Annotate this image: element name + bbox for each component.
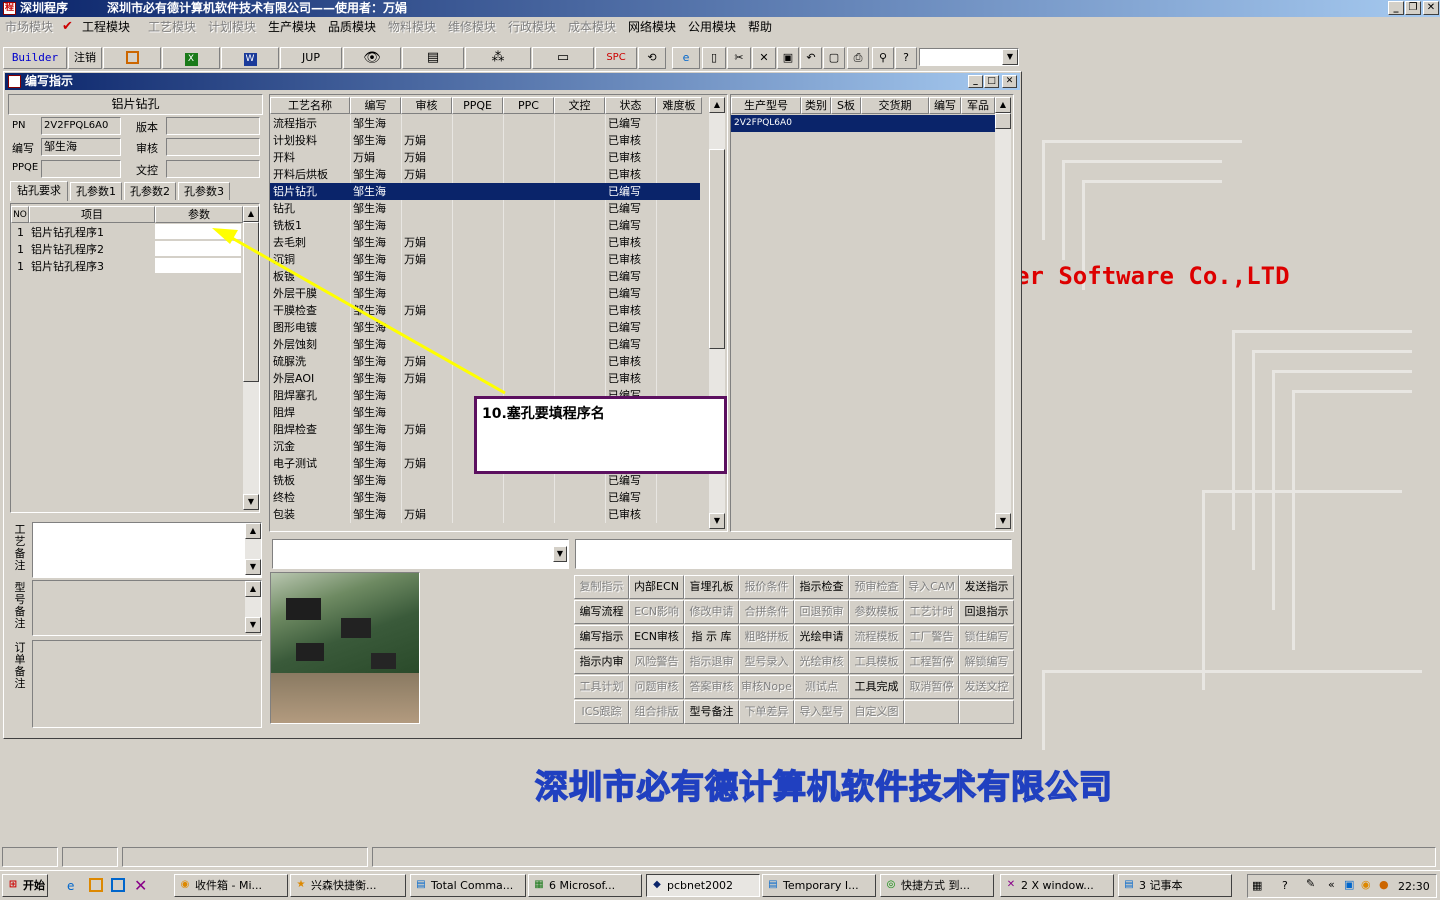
task-label: 兴森快捷衡... xyxy=(311,879,377,892)
task-app-icon: ▦ xyxy=(534,879,544,890)
clock: 22:30 xyxy=(1398,880,1430,893)
taskbar-task-1[interactable]: ◉ 收件箱 - Mi... xyxy=(174,874,288,897)
taskbar-task-8[interactable]: ✕ 2 X window... xyxy=(1000,874,1114,897)
firefox-tray-icon[interactable]: ● xyxy=(1379,878,1389,891)
task-label: 收件箱 - Mi... xyxy=(195,879,262,892)
expand-tray-icon[interactable]: « xyxy=(1328,878,1335,891)
taskbar: ⊞ 开始 e ✕ ◉ 收件箱 - Mi... ★ 兴森快捷衡... ▤ Total Comm… xyxy=(0,870,1440,900)
start-button[interactable]: ⊞ 开始 xyxy=(2,874,48,897)
windows-icon: ⊞ xyxy=(8,879,18,890)
taskbar-task-5[interactable]: ◆ pcbnet2002 xyxy=(646,874,760,897)
task-app-icon: ◆ xyxy=(653,879,661,890)
help-tray-icon[interactable]: ? xyxy=(1282,879,1288,892)
status-bar xyxy=(0,845,1440,869)
task-app-icon: ▤ xyxy=(416,879,426,890)
task-app-icon: ▤ xyxy=(768,879,778,890)
keyboard-icon[interactable]: ▦ xyxy=(1252,879,1262,892)
status-panel xyxy=(62,847,118,867)
taskbar-task-2[interactable]: ★ 兴森快捷衡... xyxy=(290,874,406,897)
task-label: 快捷方式 到... xyxy=(901,879,970,892)
task-app-icon: ✕ xyxy=(1006,879,1016,890)
system-tray: ▦ ? ✎ « ▣ ◉ ● 22:30 xyxy=(1247,874,1437,898)
status-panel xyxy=(122,847,368,867)
ie-quicklaunch-icon[interactable]: e xyxy=(67,879,74,893)
task-label: 2 X window... xyxy=(1021,879,1094,892)
task-label: 6 Microsof... xyxy=(549,879,616,892)
taskbar-task-6[interactable]: ▤ Temporary I... xyxy=(762,874,876,897)
annotation-callout: 10.塞孔要填程序名 xyxy=(474,396,727,474)
status-panel xyxy=(2,847,58,867)
start-label: 开始 xyxy=(23,879,45,892)
task-label: 3 记事本 xyxy=(1139,879,1183,892)
x-quicklaunch-icon[interactable]: ✕ xyxy=(134,876,147,895)
task-label: Total Comma... xyxy=(431,879,514,892)
network-tray-icon[interactable]: ▣ xyxy=(1344,878,1354,891)
taskbar-task-9[interactable]: ▤ 3 记事本 xyxy=(1118,874,1232,897)
callout-text: 10.塞孔要填程序名 xyxy=(482,406,605,422)
desktop-quicklaunch-icon[interactable] xyxy=(111,878,125,892)
task-app-icon: ▤ xyxy=(1124,879,1134,890)
task-app-icon: ◎ xyxy=(886,879,896,890)
task-app-icon: ★ xyxy=(296,879,306,890)
outlook-quicklaunch-icon[interactable] xyxy=(89,878,103,892)
taskbar-task-3[interactable]: ▤ Total Comma... xyxy=(410,874,526,897)
app-tray-icon[interactable]: ◉ xyxy=(1361,878,1371,891)
taskbar-task-7[interactable]: ◎ 快捷方式 到... xyxy=(880,874,994,897)
task-label: pcbnet2002 xyxy=(667,879,734,892)
task-app-icon: ◉ xyxy=(180,879,190,890)
status-panel xyxy=(372,847,1436,867)
task-label: Temporary I... xyxy=(783,879,859,892)
taskbar-task-4[interactable]: ▦ 6 Microsof... xyxy=(528,874,642,897)
pen-icon[interactable]: ✎ xyxy=(1306,877,1315,890)
